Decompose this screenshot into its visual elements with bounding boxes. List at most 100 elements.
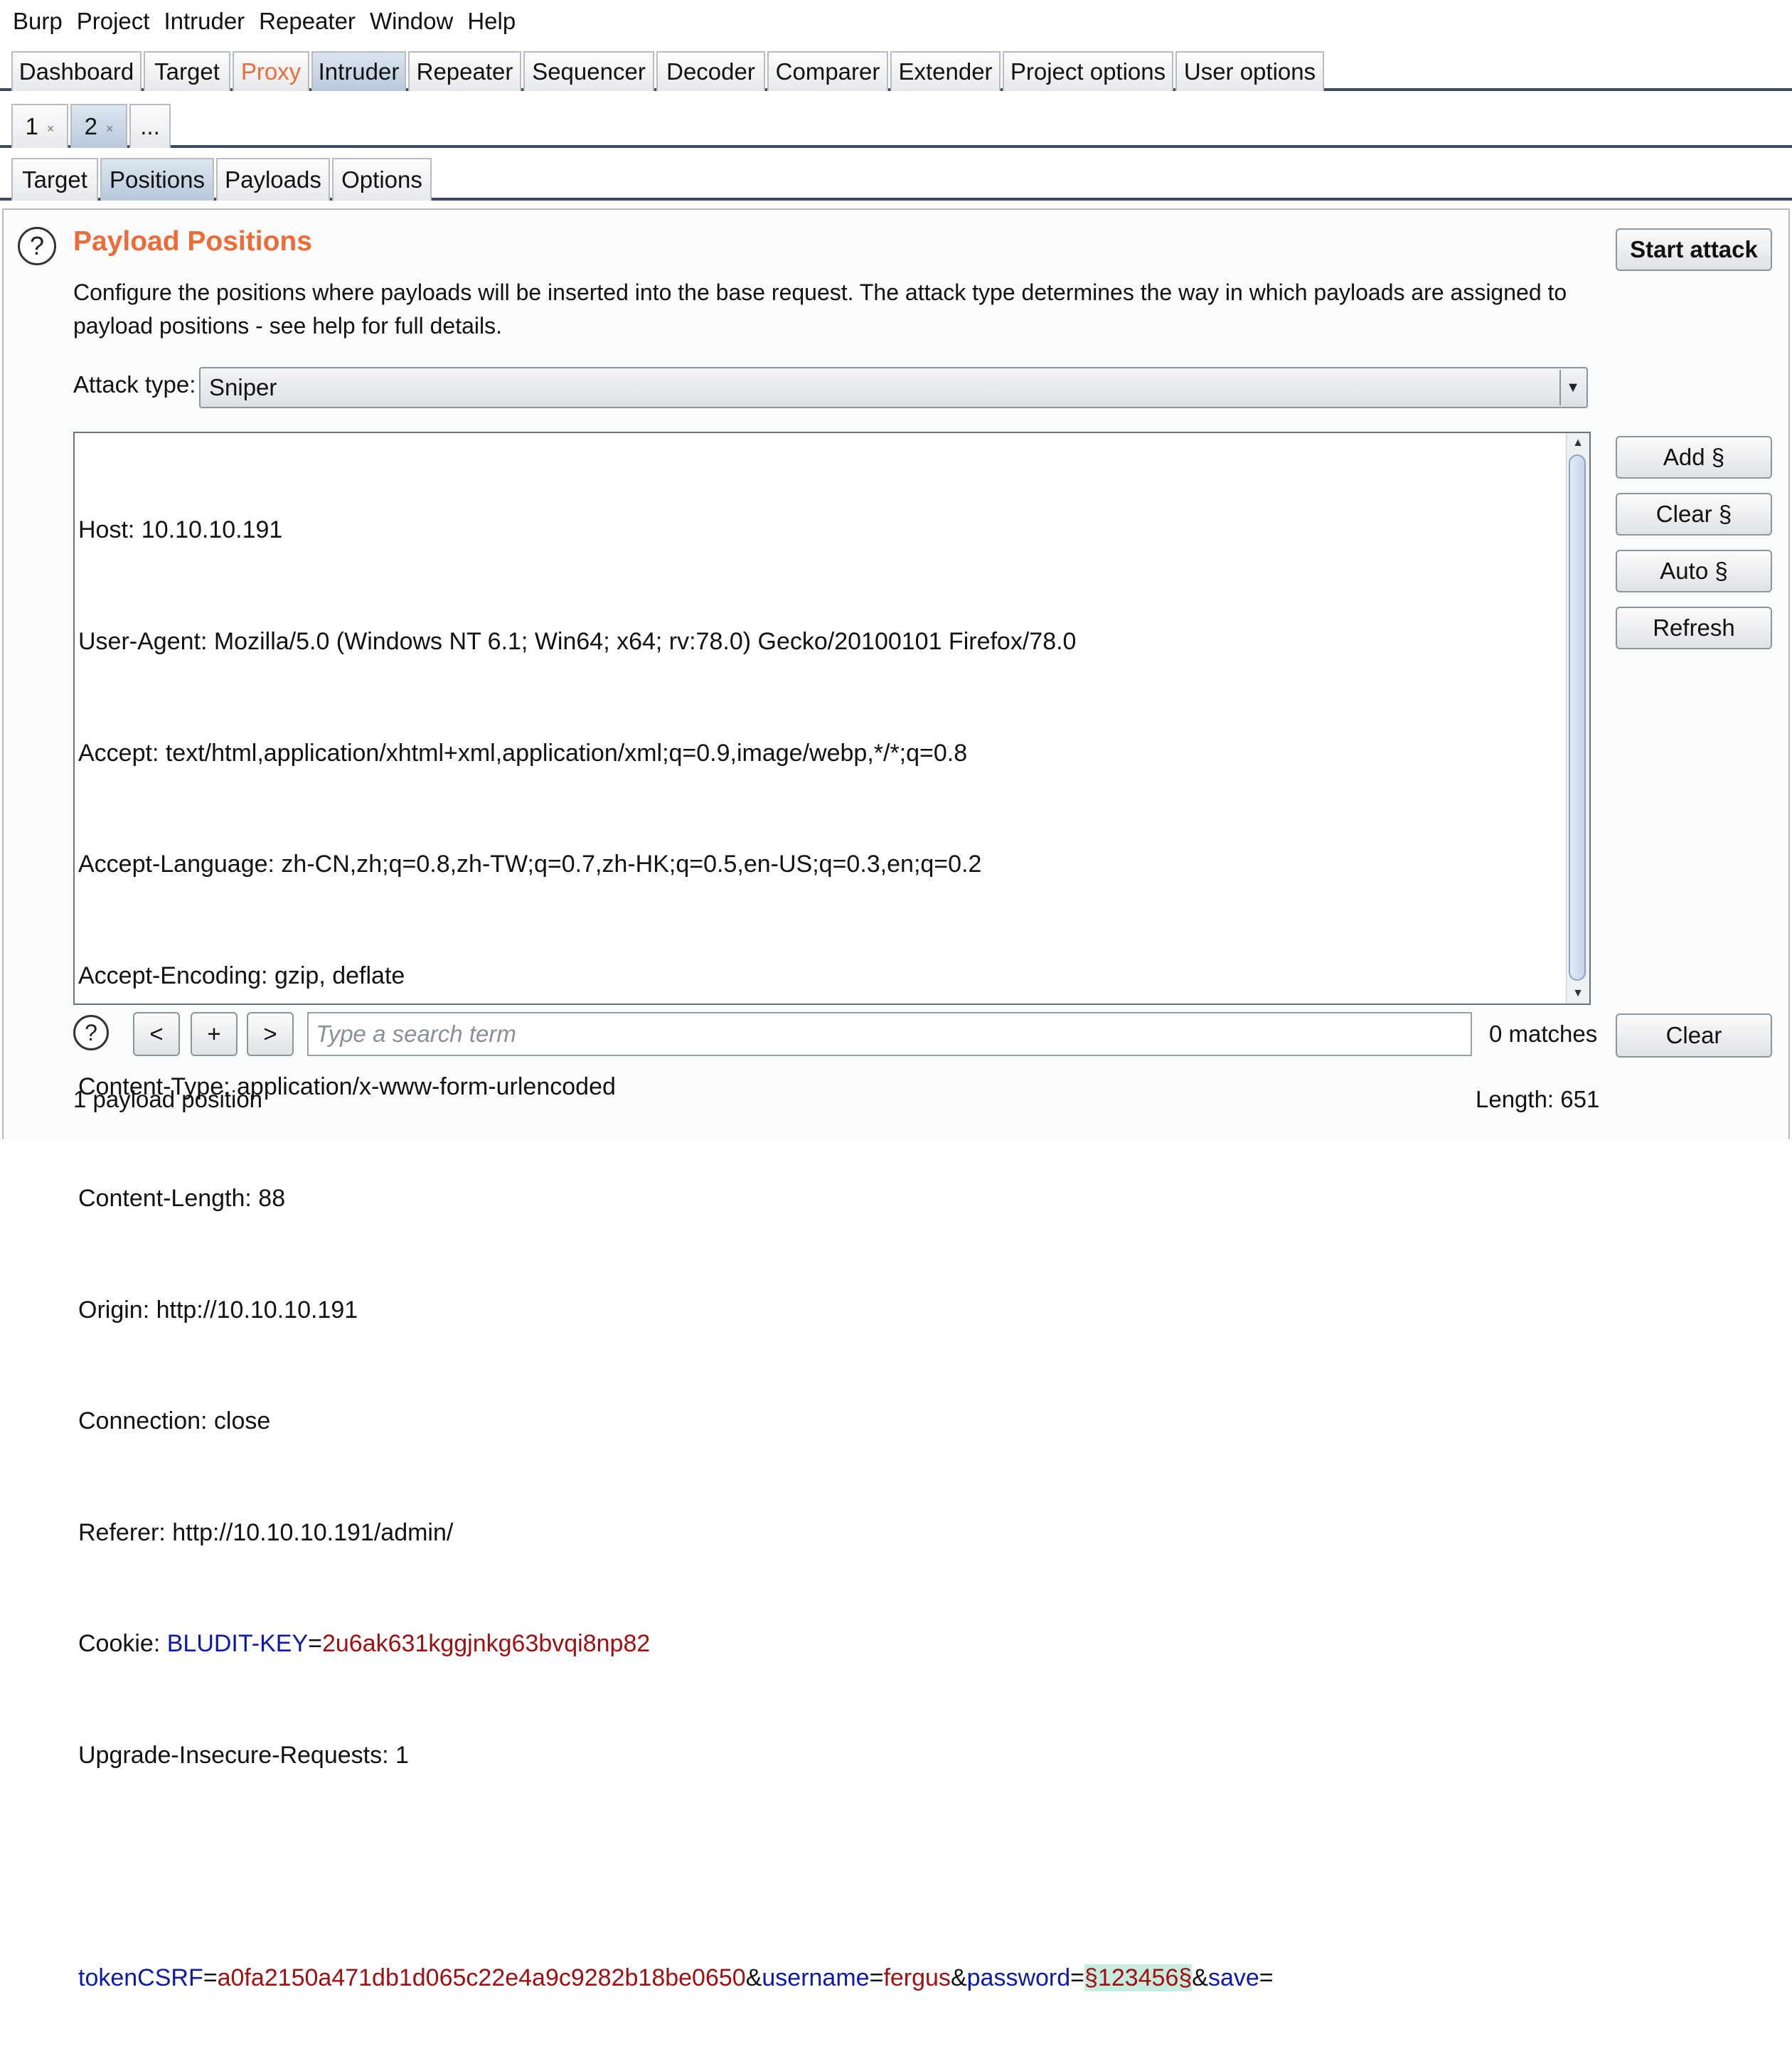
param-value: a0fa2150a471db1d065c22e4a9c9282b18be0650 (217, 1964, 746, 1992)
payload-position-marker[interactable]: §123456§ (1084, 1964, 1193, 1992)
header-line: Content-Type: application/x-www-form-url… (78, 1068, 1564, 1105)
equals-sign: = (308, 1630, 322, 1658)
header-line: Connection: close (78, 1402, 1564, 1439)
chevron-down-icon[interactable]: ▼ (1559, 370, 1585, 405)
header-value: zh-CN,zh;q=0.8,zh-TW;q=0.7,zh-HK;q=0.5,e… (274, 851, 982, 878)
search-options-button[interactable]: + (191, 1012, 238, 1056)
search-next-button[interactable]: > (247, 1012, 294, 1056)
help-icon[interactable]: ? (73, 1015, 109, 1050)
header-line: Referer: http://10.10.10.191/admin/ (78, 1514, 1564, 1551)
add-marker-button[interactable]: Add § (1616, 436, 1772, 479)
scroll-thumb[interactable] (1569, 454, 1586, 981)
search-input[interactable]: Type a search term (307, 1012, 1472, 1056)
clear-markers-button[interactable]: Clear § (1616, 493, 1772, 536)
equals-sign: = (203, 1964, 218, 1992)
header-value: Mozilla/5.0 (Windows NT 6.1; Win64; x64;… (207, 628, 1077, 655)
request-text[interactable]: Host: 10.10.10.191 User-Agent: Mozilla/5… (78, 437, 1564, 2071)
attack-type-value: Sniper (209, 374, 277, 400)
header-value: http://10.10.10.191/admin/ (165, 1518, 454, 1546)
scroll-up-icon[interactable]: ▲ (1567, 433, 1589, 453)
menu-burp[interactable]: Burp (13, 8, 63, 35)
auto-marker-button[interactable]: Auto § (1616, 550, 1772, 592)
tab-target[interactable]: Target (144, 51, 230, 91)
tab-user-options[interactable]: User options (1175, 51, 1324, 91)
menu-intruder[interactable]: Intruder (164, 8, 245, 35)
menu-project[interactable]: Project (77, 8, 150, 35)
subtab-payloads[interactable]: Payloads (216, 158, 330, 201)
panel-description: Configure the positions where payloads w… (73, 279, 1567, 339)
page-title: Payload Positions (73, 226, 312, 257)
header-value: 88 (251, 1184, 286, 1212)
ampersand: & (745, 1964, 762, 1992)
header-name: Origin: (78, 1296, 150, 1324)
header-line: Accept: text/html,application/xhtml+xml,… (78, 735, 1564, 772)
help-icon[interactable]: ? (18, 227, 56, 265)
header-name: Accept-Language: (78, 851, 274, 878)
tab-sequencer[interactable]: Sequencer (523, 51, 654, 91)
tab-decoder[interactable]: Decoder (656, 51, 765, 91)
menu-repeater[interactable]: Repeater (259, 8, 356, 35)
header-value: 10.10.10.191 (134, 516, 283, 544)
attack-type-select[interactable]: Sniper ▼ (199, 367, 1588, 408)
ampersand: & (950, 1964, 967, 1992)
tab-dashboard[interactable]: Dashboard (11, 51, 142, 91)
ampersand: & (1192, 1964, 1208, 1992)
vertical-scrollbar[interactable]: ▲ ▼ (1566, 433, 1589, 1003)
header-line: Upgrade-Insecure-Requests: 1 (78, 1737, 1564, 1774)
header-value: text/html,application/xhtml+xml,applicat… (159, 739, 968, 767)
subtab-target[interactable]: Target (11, 158, 98, 201)
body-line: tokenCSRF=a0fa2150a471db1d065c22e4a9c928… (78, 1959, 1564, 1996)
tab-proxy[interactable]: Proxy (233, 51, 309, 91)
tab-comparer[interactable]: Comparer (767, 51, 888, 91)
header-line: User-Agent: Mozilla/5.0 (Windows NT 6.1;… (78, 623, 1564, 660)
subtab-positions[interactable]: Positions (100, 158, 214, 201)
scroll-down-icon[interactable]: ▼ (1567, 984, 1589, 1003)
attack-tab-1[interactable]: 1 × (11, 104, 68, 148)
cookie-line: Cookie: BLUDIT-KEY=2u6ak631kggjnkg63bvqi… (78, 1625, 1564, 1662)
search-prev-button[interactable]: < (133, 1012, 180, 1056)
cookie-value: 2u6ak631kggjnkg63bvqi8np82 (321, 1630, 651, 1658)
main-tab-bar: Dashboard Target Proxy Intruder Repeater… (0, 47, 1792, 91)
header-name: Accept-Encoding: (78, 962, 268, 989)
request-editor[interactable]: Host: 10.10.10.191 User-Agent: Mozilla/5… (73, 432, 1591, 1992)
header-value: application/x-www-form-urlencoded (230, 1073, 616, 1101)
close-icon[interactable]: × (47, 122, 55, 137)
close-icon[interactable]: × (106, 122, 114, 137)
search-match-count: 0 matches (1489, 1021, 1598, 1047)
menu-help[interactable]: Help (467, 8, 516, 35)
header-value: close (207, 1407, 271, 1435)
subtab-options[interactable]: Options (332, 158, 432, 201)
attack-tab-label: 1 (25, 113, 38, 139)
equals-sign: = (1259, 1964, 1274, 1992)
header-line: Content-Length: 88 (78, 1180, 1564, 1217)
header-name: Referer: (78, 1518, 166, 1546)
tab-project-options[interactable]: Project options (1003, 51, 1173, 91)
tab-repeater[interactable]: Repeater (408, 51, 521, 91)
header-value: http://10.10.10.191 (149, 1296, 358, 1324)
param-name: username (762, 1964, 870, 1992)
start-attack-button[interactable]: Start attack (1616, 228, 1772, 271)
param-name: tokenCSRF (78, 1964, 203, 1992)
attack-type-label: Attack type: (73, 371, 196, 398)
sub-tab-bar: Target Positions Payloads Options (0, 155, 1792, 201)
tab-intruder[interactable]: Intruder (311, 51, 406, 91)
equals-sign: = (1070, 1964, 1084, 1992)
param-name: save (1207, 1964, 1259, 1992)
header-name: Host: (78, 516, 135, 544)
menu-bar: Burp Project Intruder Repeater Window He… (0, 0, 1792, 43)
header-name: Accept: (78, 739, 159, 767)
header-name: Content-Length: (78, 1184, 252, 1212)
attack-tab-2[interactable]: 2 × (70, 104, 127, 148)
header-name: User-Agent: (78, 628, 208, 655)
param-name: password (966, 1964, 1071, 1992)
attack-tab-label: 2 (84, 113, 97, 139)
tab-extender[interactable]: Extender (890, 51, 1001, 91)
menu-window[interactable]: Window (370, 8, 453, 35)
equals-sign: = (869, 1964, 884, 1992)
attack-tab-new[interactable]: ... (129, 104, 171, 148)
cookie-name: BLUDIT-KEY (166, 1630, 309, 1658)
tab-bar-underline (0, 145, 1792, 148)
search-clear-button[interactable]: Clear (1616, 1013, 1772, 1058)
refresh-button[interactable]: Refresh (1616, 607, 1772, 649)
